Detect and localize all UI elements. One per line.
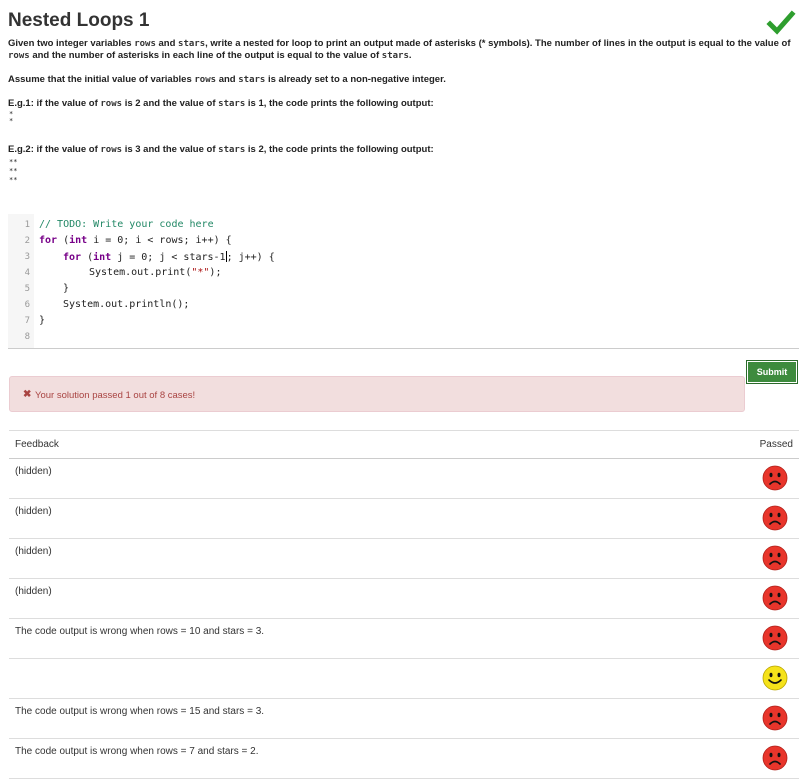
feedback-cell: The code output is wrong when rows = 15 … — [15, 706, 265, 717]
code-line-2[interactable]: for (int i = 0; i < rows; i++) { — [39, 235, 232, 246]
code-editor[interactable]: 1 2 3 4 5 6 7 8 // TODO: Write your code… — [8, 214, 799, 349]
code-line-5[interactable]: } — [63, 283, 69, 294]
check-icon — [766, 10, 796, 35]
code-line-4[interactable]: System.out.print("*"); — [89, 267, 221, 278]
table-row: The code output is wrong when rows = 10 … — [9, 618, 799, 659]
feedback-cell: (hidden) — [15, 586, 52, 597]
sad-face-icon — [762, 465, 788, 491]
page-title: Nested Loops 1 — [8, 10, 150, 31]
example-2-text: E.g.2: if the value of rows is 3 and the… — [8, 144, 434, 155]
feedback-column-header: Feedback — [15, 439, 59, 450]
table-row — [9, 658, 799, 699]
sad-face-icon — [762, 585, 788, 611]
example-2-output: ** ** ** — [9, 158, 18, 184]
code-line-6[interactable]: System.out.println(); — [63, 299, 189, 310]
assumption-text: Assume that the initial value of variabl… — [8, 74, 446, 85]
line-number: 1 — [24, 220, 30, 230]
sad-face-icon — [762, 745, 788, 771]
results-table-header: Feedback Passed — [9, 430, 799, 459]
line-number-gutter: 1 2 3 4 5 6 7 8 — [8, 214, 34, 348]
passed-column-header: Passed — [759, 439, 793, 450]
result-alert-text: Your solution passed 1 out of 8 cases! — [35, 390, 196, 401]
code-line-3[interactable]: for (int j = 0; j < stars-1; j++) { — [63, 251, 275, 263]
table-row: (hidden) — [9, 498, 799, 539]
line-number: 6 — [24, 300, 30, 310]
submit-button[interactable]: Submit — [746, 360, 798, 384]
example-1-output: * * — [9, 110, 14, 125]
table-row: The code output is wrong when rows = 15 … — [9, 698, 799, 739]
x-icon: ✖ — [23, 389, 32, 400]
table-row: (hidden) — [9, 538, 799, 579]
table-row: (hidden) — [9, 458, 799, 499]
feedback-cell: (hidden) — [15, 546, 52, 557]
sad-face-icon — [762, 625, 788, 651]
feedback-cell: The code output is wrong when rows = 7 a… — [15, 746, 259, 757]
line-number: 2 — [24, 236, 30, 246]
feedback-cell: (hidden) — [15, 466, 52, 477]
line-number: 3 — [24, 252, 30, 262]
sad-face-icon — [762, 505, 788, 531]
code-line-1[interactable]: // TODO: Write your code here — [39, 219, 214, 230]
feedback-cell: The code output is wrong when rows = 10 … — [15, 626, 265, 637]
line-number: 5 — [24, 284, 30, 294]
line-number: 7 — [24, 316, 30, 326]
line-number: 4 — [24, 268, 30, 278]
sad-face-icon — [762, 545, 788, 571]
problem-description: Given two integer variables rows and sta… — [8, 38, 791, 61]
sad-face-icon — [762, 705, 788, 731]
result-alert: ✖ Your solution passed 1 out of 8 cases! — [9, 376, 745, 412]
table-row: (hidden) — [9, 578, 799, 619]
example-1-text: E.g.1: if the value of rows is 2 and the… — [8, 98, 434, 109]
table-row: The code output is wrong when rows = 7 a… — [9, 738, 799, 779]
line-number: 8 — [24, 332, 30, 342]
code-line-7[interactable]: } — [39, 315, 45, 326]
feedback-cell: (hidden) — [15, 506, 52, 517]
happy-face-icon — [762, 665, 788, 691]
